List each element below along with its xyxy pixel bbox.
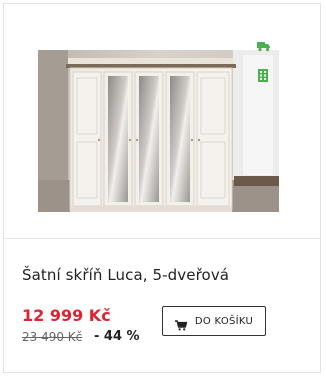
- old-price: 23 490 Kč: [22, 330, 83, 344]
- product-title[interactable]: Šatní skříň Luca, 5-dveřová: [22, 266, 229, 284]
- store-building-icon: [257, 67, 271, 82]
- add-to-cart-button[interactable]: DO KOŠÍKU: [162, 306, 266, 336]
- card-divider: [4, 238, 320, 239]
- product-media[interactable]: [4, 4, 320, 237]
- delivery-truck-icon: [257, 37, 271, 52]
- wardrobe-photo: [38, 50, 279, 212]
- add-to-cart-label: DO KOŠÍKU: [194, 315, 254, 327]
- discount-badge: - 44 %: [94, 329, 140, 344]
- product-image[interactable]: [38, 50, 279, 212]
- current-price: 12 999 Kč: [22, 306, 111, 325]
- product-card[interactable]: Šatní skříň Luca, 5-dveřová 12 999 Kč 23…: [3, 3, 321, 373]
- cart-icon: [174, 316, 188, 330]
